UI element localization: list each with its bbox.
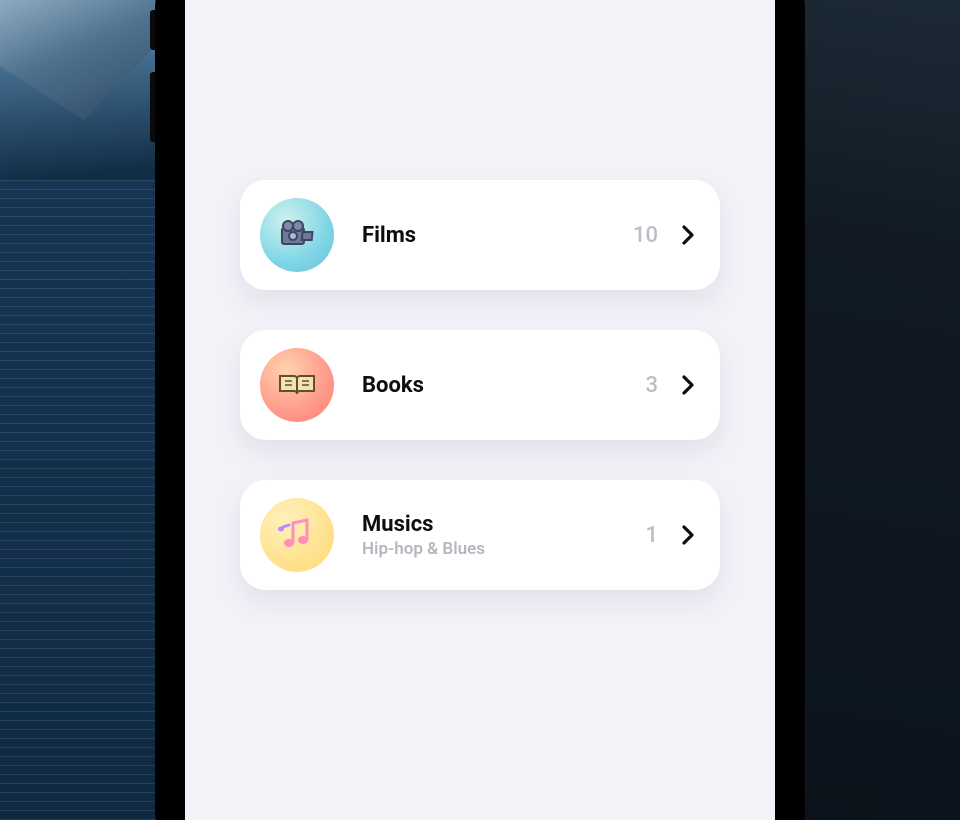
music-note-icon (260, 498, 334, 572)
category-list: Films 10 (240, 180, 720, 590)
category-row-musics[interactable]: Musics Hip-hop & Blues 1 (240, 480, 720, 590)
category-count: 1 (632, 523, 658, 548)
category-count: 10 (632, 223, 658, 248)
phone-volume-button (150, 10, 155, 50)
chevron-right-icon (678, 371, 698, 399)
chevron-right-icon (678, 221, 698, 249)
category-row-films[interactable]: Films 10 (240, 180, 720, 290)
phone-volume-button (150, 72, 155, 142)
category-row-books[interactable]: Books 3 (240, 330, 720, 440)
camera-icon (260, 198, 334, 272)
phone-frame: Films 10 (155, 0, 805, 820)
phone-screen: Films 10 (185, 0, 775, 820)
category-title: Books (362, 373, 632, 398)
category-title: Musics (362, 512, 632, 537)
category-subtitle: Hip-hop & Blues (362, 539, 632, 559)
book-icon (260, 348, 334, 422)
category-title: Films (362, 223, 632, 248)
category-count: 3 (632, 373, 658, 398)
chevron-right-icon (678, 521, 698, 549)
